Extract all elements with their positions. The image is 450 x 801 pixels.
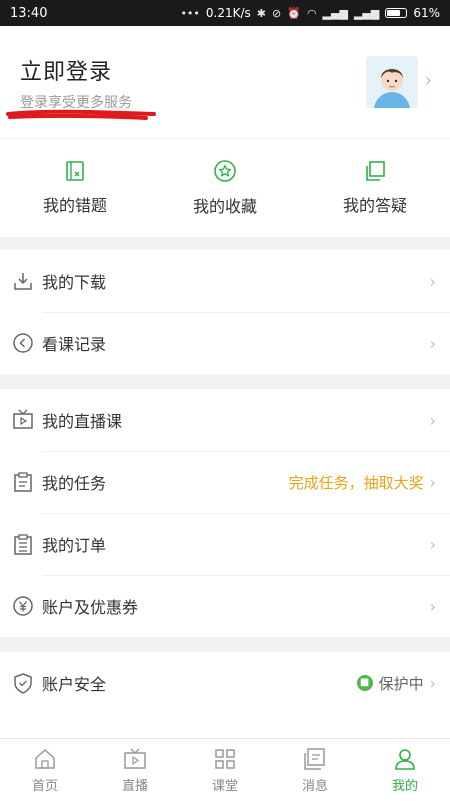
- menu-item-label: 我的任务: [42, 474, 107, 493]
- red-scribble: [6, 109, 156, 120]
- menu-item-account-coupons[interactable]: 账户及优惠券 ›: [0, 575, 450, 637]
- yen-icon: [12, 595, 34, 617]
- menu-item-downloads[interactable]: 我的下载 ›: [0, 250, 450, 312]
- shortcut-bar: 我的错题 我的收藏 我的答疑: [0, 138, 450, 237]
- alarm-icon: ⏰: [287, 6, 301, 20]
- wrong-questions-icon: [66, 161, 84, 181]
- chevron-right-icon: ›: [429, 534, 436, 554]
- menu-item-label: 看课记录: [42, 335, 107, 354]
- menu-group-courses: 我的直播课 › 我的任务 完成任务，抽取大奖 › 我的订单 › 账户及优惠券 ›: [0, 389, 450, 637]
- tab-home[interactable]: 首页: [0, 739, 90, 801]
- menu-item-orders[interactable]: 我的订单 ›: [0, 513, 450, 575]
- download-icon: [12, 270, 34, 292]
- chevron-right-icon: ›: [429, 271, 436, 291]
- qa-icon: [366, 161, 385, 181]
- bottom-tab-bar: 首页 直播 课堂 消息 我的: [0, 738, 450, 801]
- chevron-right-icon: ›: [429, 596, 436, 616]
- menu-group-downloads: 我的下载 › 看课记录 ›: [0, 250, 450, 374]
- menu-item-label: 账户及优惠券: [42, 598, 139, 617]
- status-time: 13:40: [10, 5, 48, 21]
- menu-item-live-courses[interactable]: 我的直播课 ›: [0, 389, 450, 451]
- tab-label: 我的: [391, 778, 418, 794]
- tab-label: 消息: [301, 778, 328, 794]
- tab-classroom[interactable]: 课堂: [180, 739, 270, 801]
- tab-label: 课堂: [211, 778, 238, 794]
- menu-group-security: 账户安全 ■ 保护中 ›: [0, 652, 450, 738]
- menu-item-label: 我的下载: [42, 273, 107, 292]
- silent-icon: ⊘: [272, 6, 282, 20]
- message-icon: [304, 747, 325, 770]
- chevron-right-icon: ›: [424, 70, 432, 91]
- security-status: 保护中: [378, 674, 424, 693]
- more-dots-icon: •••: [180, 6, 200, 20]
- avatar-illustration: [366, 56, 418, 108]
- avatar[interactable]: [366, 56, 418, 108]
- signal-icon: ▂▄▆: [322, 6, 348, 20]
- signal-icon: ▂▄▆: [353, 6, 380, 20]
- status-bar: 13:40 ••• 0.21K/s ✱ ⊘ ⏰ ◠ ▂▄▆ ▂▄▆ 61%: [0, 0, 450, 26]
- shortcut-wrong-questions[interactable]: 我的错题: [0, 139, 150, 237]
- menu-item-label: 账户安全: [42, 675, 107, 694]
- tab-label: 首页: [31, 778, 58, 794]
- order-icon: [12, 533, 34, 555]
- tv-icon: [12, 409, 34, 431]
- tab-live[interactable]: 直播: [90, 739, 180, 801]
- chevron-right-icon: ›: [429, 673, 436, 693]
- star-icon: [214, 160, 236, 182]
- task-promo-text: 完成任务，抽取大奖: [288, 473, 424, 492]
- shortcut-qa[interactable]: 我的答疑: [300, 139, 450, 237]
- tab-label: 直播: [121, 778, 148, 794]
- chevron-right-icon: ›: [429, 472, 436, 492]
- menu-item-label: 我的直播课: [42, 412, 123, 431]
- battery-icon: [385, 8, 408, 18]
- menu-item-history[interactable]: 看课记录 ›: [0, 312, 450, 374]
- home-icon: [35, 748, 55, 769]
- chevron-right-icon: ›: [429, 333, 436, 353]
- menu-item-account-security[interactable]: 账户安全 ■ 保护中 ›: [0, 652, 450, 714]
- chevron-right-icon: ›: [429, 410, 436, 430]
- tab-messages[interactable]: 消息: [270, 739, 360, 801]
- network-speed: 0.21K/s: [205, 6, 251, 20]
- shortcut-label: 我的收藏: [192, 197, 257, 216]
- task-icon: [12, 471, 34, 493]
- history-icon: [12, 332, 34, 354]
- tab-profile[interactable]: 我的: [360, 739, 450, 801]
- menu-item-tasks[interactable]: 我的任务 完成任务，抽取大奖 ›: [0, 451, 450, 513]
- grid-icon: [215, 748, 235, 769]
- shortcut-favorites[interactable]: 我的收藏: [150, 139, 300, 237]
- shortcut-label: 我的错题: [42, 196, 107, 215]
- profile-icon: [395, 748, 415, 770]
- menu-item-label: 我的订单: [42, 536, 107, 555]
- login-title[interactable]: 立即登录: [20, 54, 112, 86]
- shortcut-label: 我的答疑: [342, 196, 407, 215]
- lock-icon: ■: [356, 675, 373, 691]
- battery-percent: 61%: [413, 6, 440, 20]
- wifi-icon: ◠: [306, 6, 317, 20]
- shield-icon: [12, 672, 34, 694]
- live-icon: [124, 748, 146, 769]
- profile-header[interactable]: 立即登录 登录享受更多服务 ›: [0, 26, 450, 138]
- bluetooth-icon: ✱: [256, 6, 267, 20]
